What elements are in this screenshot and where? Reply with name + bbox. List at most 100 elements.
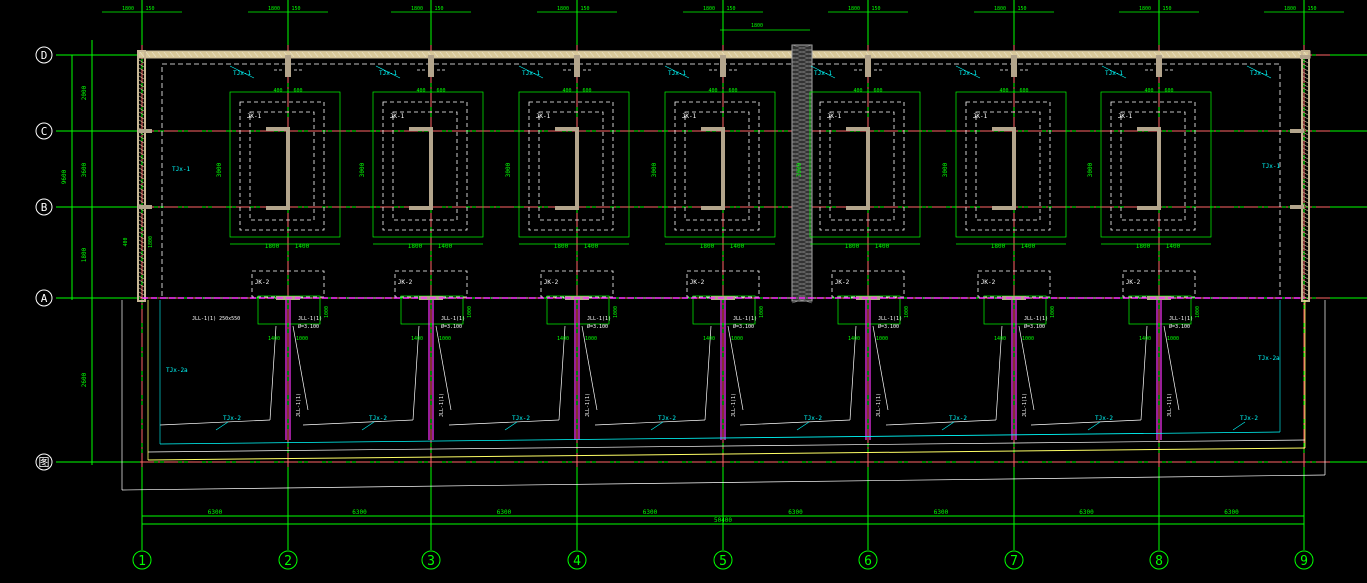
small-pit-dim-c-8: 1000 <box>1195 306 1201 318</box>
beam-tag-4: JLL-1(1) <box>587 316 611 322</box>
top-short-dim-a-4: 400 <box>562 88 571 94</box>
beam-tag-vert-2: JLL-1(1) <box>296 393 302 417</box>
top-dim-a-1: 1800 <box>122 6 134 12</box>
beam-tag-vert-8: JLL-1(1) <box>1167 393 1173 417</box>
beam-elev-6: Ø=3.100 <box>878 323 899 330</box>
slab-label-7: TJx-1 <box>1105 70 1123 77</box>
row-axis-label-C: C <box>41 125 48 138</box>
top-dim-a-8: 1800 <box>1139 6 1151 12</box>
small-pit-dim-a-7: 1400 <box>994 336 1006 342</box>
corner-column-top-right <box>1300 55 1310 59</box>
top-dim-b-2: 150 <box>291 6 300 12</box>
top-dim-b-6: 150 <box>871 6 880 12</box>
left-short-dim: 400 <box>123 237 129 246</box>
beam-elev-4: Ø=3.100 <box>587 323 608 330</box>
top-dim-b-8: 150 <box>1162 6 1171 12</box>
slab-label-5: TJx-1 <box>814 70 832 77</box>
top-short-dim-b-4: 600 <box>582 88 591 94</box>
beam-tag-6: JLL-1(1) <box>878 316 902 322</box>
beam-tag-vert-3: JLL-1(1) <box>439 393 445 417</box>
small-pit-dim-b-6: 1000 <box>876 336 888 342</box>
left-dimension-5: 2600 <box>81 372 88 387</box>
bay-dimension-8: 6300 <box>1224 509 1239 516</box>
pit-label-8: JK-1 <box>1118 113 1133 120</box>
column-stub-top-4 <box>574 55 580 77</box>
small-pit-dim-c-5: 1000 <box>759 306 765 318</box>
small-pit-dim-b-2: 1000 <box>296 336 308 342</box>
lower-slab-label-6: TJx-2 <box>949 415 967 422</box>
lower-slab-label-8: TJx-2 <box>1240 415 1258 422</box>
small-pit-dim-b-7: 1000 <box>1022 336 1034 342</box>
edge-stub-right <box>1290 205 1304 209</box>
col-axis-label-2: 2 <box>284 554 292 569</box>
pit-width-dim-b-2: 1400 <box>295 243 310 250</box>
lower-slab-label-7: TJx-2 <box>1095 415 1113 422</box>
beam-elev-5: Ø=3.100 <box>733 323 754 330</box>
left-edge-dim: 1800 <box>148 236 154 248</box>
small-pit-dim-b-5: 1000 <box>731 336 743 342</box>
pit-width-dim-a-2: 1800 <box>265 243 280 250</box>
row-axis-label-A: A <box>41 292 48 305</box>
left-dimension-2: 3600 <box>81 162 88 177</box>
beam-elev-3: Ø=3.100 <box>441 323 462 330</box>
top-short-dim-a-2: 400 <box>273 88 282 94</box>
beam-elev-7: Ø=3.100 <box>1024 323 1045 330</box>
beam-tag-3: JLL-1(1) <box>441 316 465 322</box>
pit-height-dim-7: 3000 <box>942 162 949 177</box>
slab-label-8: TJx-1 <box>1250 70 1268 77</box>
small-pit-dim-a-6: 1400 <box>848 336 860 342</box>
lower-edge-label-right: TJx-2a <box>1258 355 1280 362</box>
small-pit-base-7 <box>1002 296 1026 300</box>
lower-edge-label-left: TJx-2a <box>166 367 188 374</box>
pit-width-dim-a-6: 1800 <box>845 243 860 250</box>
column-stub-top-3 <box>428 55 434 77</box>
column-stub-top-5 <box>720 55 726 77</box>
pit-height-dim-6: 3000 <box>796 162 803 177</box>
pit-width-dim-a-4: 1800 <box>554 243 569 250</box>
small-pit-label-2: JK-2 <box>255 279 270 286</box>
beam-elev-2: Ø=3.100 <box>298 323 319 330</box>
pit-label-2: JK-1 <box>247 113 262 120</box>
small-pit-dim-c-4: 1000 <box>613 306 619 318</box>
slab-label-6: TJx-1 <box>959 70 977 77</box>
lower-slab-label-1: TJx-2 <box>223 415 241 422</box>
top-short-dim-b-3: 600 <box>436 88 445 94</box>
bay-dimension-4: 6300 <box>643 509 658 516</box>
beam-tag-vert-5: JLL-1(1) <box>731 393 737 417</box>
small-pit-label-6: JK-2 <box>835 279 850 286</box>
pit-width-dim-b-4: 1400 <box>584 243 599 250</box>
top-dim-a-2: 1800 <box>268 6 280 12</box>
top-dim-a-5: 1800 <box>703 6 715 12</box>
beam-tag-2: JLL-1(1) <box>298 316 322 322</box>
col-axis-label-4: 4 <box>573 554 581 569</box>
bay-dimension-5: 6300 <box>788 509 803 516</box>
column-stub-top-7 <box>1011 55 1017 77</box>
top-short-dim-b-5: 600 <box>728 88 737 94</box>
small-pit-dim-c-2: 1000 <box>324 306 330 318</box>
small-pit-label-8: JK-2 <box>1126 279 1141 286</box>
top-short-dim-b-2: 600 <box>293 88 302 94</box>
edge-stub-left <box>138 205 152 209</box>
beam-tag-vert-7: JLL-1(1) <box>1022 393 1028 417</box>
total-dimension: 50400 <box>714 517 732 524</box>
column-stub-top-2 <box>285 55 291 77</box>
top-short-dim-a-5: 400 <box>708 88 717 94</box>
pit-label-6: JK-1 <box>827 113 842 120</box>
lower-slab-label-3: TJx-2 <box>512 415 530 422</box>
pit-width-dim-b-5: 1400 <box>730 243 745 250</box>
col-axis-label-1: 1 <box>138 554 146 569</box>
top-dim-b-1: 150 <box>145 6 154 12</box>
edge-stub-right <box>1290 129 1304 133</box>
lower-slab-label-5: TJx-2 <box>804 415 822 422</box>
edge-stub-left <box>138 129 152 133</box>
pit-label-4: JK-1 <box>536 113 551 120</box>
small-pit-dim-a-4: 1400 <box>557 336 569 342</box>
top-short-dim-b-6: 600 <box>873 88 882 94</box>
slab-label-4: TJx-1 <box>668 70 686 77</box>
beam-tag-5: JLL-1(1) <box>733 316 757 322</box>
bay-dimension-1: 6300 <box>208 509 223 516</box>
left-dimension-1: 2000 <box>81 85 88 100</box>
slab-label-1: TJx-1 <box>233 70 251 77</box>
pit-width-dim-a-8: 1800 <box>1136 243 1151 250</box>
slab-label-2: TJx-1 <box>379 70 397 77</box>
